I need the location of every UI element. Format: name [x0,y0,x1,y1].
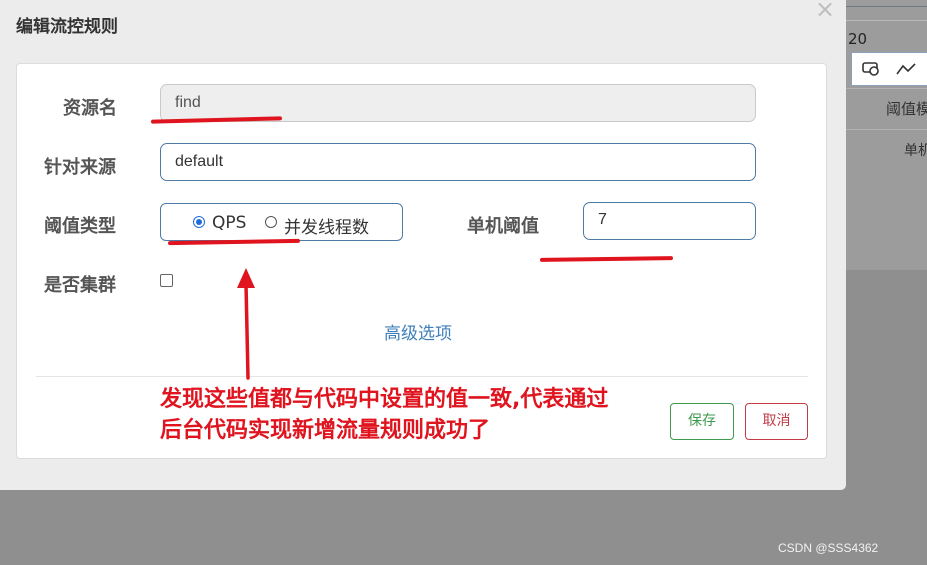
close-icon[interactable]: × [815,0,835,21]
qps-radio[interactable] [193,216,205,228]
qps-radio-label[interactable]: QPS [212,213,246,233]
thread-count-radio[interactable] [265,216,277,228]
background-divider [846,6,927,7]
single-threshold-field[interactable]: 7 [583,202,756,240]
background-toolbar [851,52,927,86]
thread-count-radio-label[interactable]: 并发线程数 [284,213,369,238]
cancel-button[interactable]: 取消 [745,403,808,440]
threshold-type-radio-group: QPS 并发线程数 [160,203,403,241]
save-button[interactable]: 保存 [670,403,734,440]
watermark: CSDN @SSS4362 [778,541,879,555]
single-threshold-label: 单机阈值 [467,216,539,237]
background-column-header: 阈值模 [886,100,927,118]
advanced-options-link[interactable]: 高级选项 [384,319,452,344]
threshold-type-label: 阈值类型 [44,216,116,237]
annotation-line-2: 后台代码实现新增流量规则成功了 [160,418,491,443]
background-number: 20 [848,30,868,48]
background-page: 20 阈值模 单机 [846,0,927,270]
comment-icon[interactable] [861,60,881,78]
background-table-header: 阈值模 [846,88,927,130]
annotation-note: 发现这些值都与代码中设置的值一致,代表通过 后台代码实现新增流量规则成功了 [160,384,608,446]
arrow-up-icon [237,268,255,380]
resource-name-label: 资源名 [63,98,117,119]
background-table-cell: 单机 [904,143,927,159]
limit-app-field[interactable]: default [160,143,756,181]
line-chart-icon[interactable] [896,60,916,78]
dialog-title: 编辑流控规则 [16,17,118,37]
limit-app-label: 针对来源 [44,157,116,178]
cluster-mode-label: 是否集群 [44,275,116,296]
footer-divider [36,376,808,377]
annotation-line-1: 发现这些值都与代码中设置的值一致,代表通过 [160,387,609,412]
cluster-mode-checkbox[interactable] [160,274,173,287]
background-divider-light [846,20,927,21]
